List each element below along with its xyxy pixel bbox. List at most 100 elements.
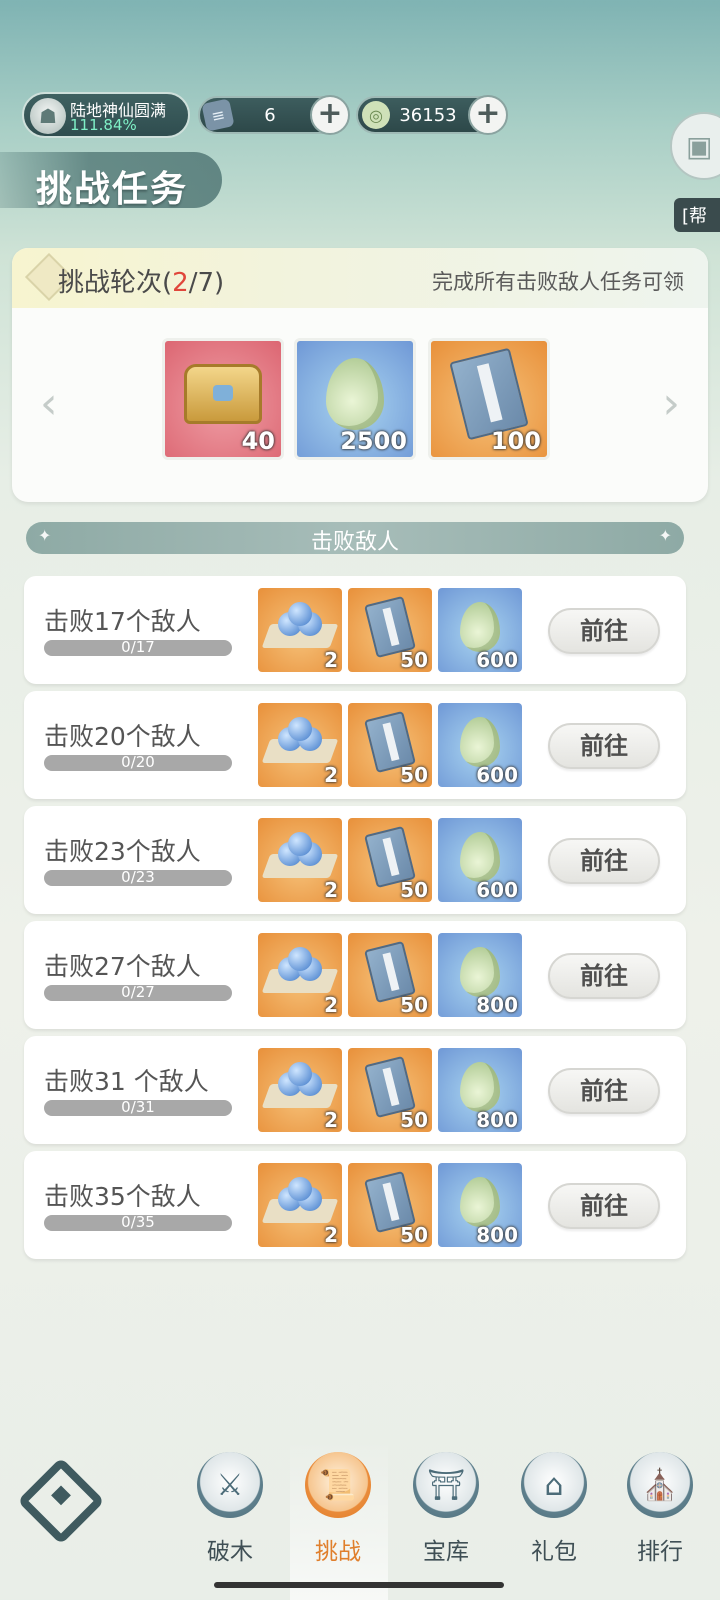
task-progress-text: 0/23 [121, 868, 155, 886]
rank-badge[interactable]: ☗ 陆地神仙圆满 111.84% [22, 92, 190, 138]
task-row: 击败20个敌人 0/20 2 50 600 前往 [24, 691, 686, 799]
rank-percent: 111.84% [70, 116, 137, 134]
nav-item-3[interactable]: ⛩ 宝库 [406, 1452, 486, 1582]
reward-count: 2 [324, 648, 338, 672]
task-reward[interactable]: 50 [348, 1163, 432, 1247]
task-label: 击败31 个敌人 [44, 1067, 209, 1096]
round-title: 挑战轮次(2/7) [58, 262, 224, 299]
task-progress-bar: 0/17 [44, 638, 232, 656]
nav-item-5[interactable]: ⛪ 排行 [620, 1452, 700, 1582]
jade-icon [460, 716, 500, 767]
go-button[interactable]: 前往 [548, 608, 660, 654]
go-button[interactable]: 前往 [548, 953, 660, 999]
reward-count: 2 [324, 1223, 338, 1247]
nav-label: 挑战 [315, 1539, 361, 1565]
task-progress-bar: 0/20 [44, 753, 232, 771]
task-reward[interactable]: 2 [258, 703, 342, 787]
jade-icon [460, 1176, 500, 1227]
round-reward-jade[interactable]: 2500 [294, 338, 416, 460]
task-label: 击败17个敌人 [44, 607, 201, 636]
pellet-icon [261, 601, 339, 652]
jade-count: 36153 [399, 105, 457, 126]
nav-item-2[interactable]: 📜 挑战 [298, 1452, 378, 1582]
nav-label: 排行 [637, 1539, 683, 1565]
add-jade-button[interactable]: + [468, 95, 508, 135]
jade-currency: ◎ 36153 + [356, 95, 508, 135]
reward-count: 40 [241, 427, 275, 455]
task-progress-text: 0/31 [121, 1098, 155, 1116]
task-reward[interactable]: 600 [438, 818, 522, 902]
task-progress-bar: 0/35 [44, 1213, 232, 1231]
task-row: 击败35个敌人 0/35 2 50 800 前往 [24, 1151, 686, 1259]
scroll-book-icon [364, 940, 416, 1003]
round-hint: 完成所有击败敌人任务可领 [432, 270, 684, 294]
go-button[interactable]: 前往 [548, 1183, 660, 1229]
round-reward-chest[interactable]: 40 [162, 338, 284, 460]
gift-pack-icon: ⌂ [521, 1452, 587, 1518]
nav-label: 礼包 [531, 1539, 577, 1565]
task-reward[interactable]: 800 [438, 933, 522, 1017]
go-button[interactable]: 前往 [548, 838, 660, 884]
reward-count: 600 [476, 878, 518, 902]
task-reward[interactable]: 800 [438, 1163, 522, 1247]
nav-item-4[interactable]: ⌂ 礼包 [514, 1452, 594, 1582]
go-button[interactable]: 前往 [548, 1068, 660, 1114]
nav-label: 破木 [207, 1539, 253, 1565]
task-reward[interactable]: 2 [258, 1048, 342, 1132]
round-total: /7) [188, 268, 225, 298]
task-reward[interactable]: 800 [438, 1048, 522, 1132]
reward-count: 50 [400, 993, 428, 1017]
reward-count: 50 [400, 878, 428, 902]
task-reward[interactable]: 600 [438, 588, 522, 672]
task-row: 击败17个敌人 0/17 2 50 600 前往 [24, 576, 686, 684]
task-reward[interactable]: 2 [258, 933, 342, 1017]
side-tag[interactable]: [帮 [674, 198, 720, 232]
reward-count: 50 [400, 1223, 428, 1247]
ranking-icon: ⛪ [627, 1452, 693, 1518]
jade-icon [326, 358, 384, 431]
task-reward[interactable]: 2 [258, 1163, 342, 1247]
task-reward[interactable]: 50 [348, 818, 432, 902]
home-indicator[interactable] [214, 1582, 504, 1588]
round-reward-book[interactable]: 100 [428, 338, 550, 460]
reward-count: 100 [490, 427, 541, 455]
task-progress-text: 0/20 [121, 753, 155, 771]
reward-count: 50 [400, 763, 428, 787]
round-current: 2 [172, 268, 189, 298]
task-progress-bar: 0/23 [44, 868, 232, 886]
task-reward[interactable]: 50 [348, 703, 432, 787]
round-header: 挑战轮次(2/7) 完成所有击败敌人任务可领 [12, 248, 708, 308]
round-label: 挑战轮次( [58, 268, 173, 298]
breaking-wood-icon: ⚔ [197, 1452, 263, 1518]
task-label: 击败20个敌人 [44, 722, 201, 751]
task-reward[interactable]: 50 [348, 933, 432, 1017]
task-progress-bar: 0/27 [44, 983, 232, 1001]
reward-count: 600 [476, 648, 518, 672]
section-title: 击败敌人 [310, 530, 399, 555]
side-menu-button[interactable]: ▣ [670, 112, 720, 180]
reward-count: 50 [400, 648, 428, 672]
task-reward[interactable]: 50 [348, 1048, 432, 1132]
chevron-left-icon[interactable]: ‹ [40, 378, 58, 429]
chevron-right-icon[interactable]: › [662, 378, 680, 429]
reward-count: 50 [400, 1108, 428, 1132]
reward-count: 600 [476, 763, 518, 787]
go-button[interactable]: 前往 [548, 723, 660, 769]
task-progress-text: 0/27 [121, 983, 155, 1001]
task-reward[interactable]: 50 [348, 588, 432, 672]
reward-count: 2 [324, 993, 338, 1017]
task-reward[interactable]: 2 [258, 818, 342, 902]
puzzle-icon: ▣ [686, 129, 713, 163]
scroll-book-icon [449, 348, 529, 441]
challenge-scroll-icon: 📜 [305, 1452, 371, 1518]
reward-count: 2 [324, 763, 338, 787]
reward-count: 800 [476, 1223, 518, 1247]
task-reward[interactable]: 2 [258, 588, 342, 672]
task-label: 击败35个敌人 [44, 1182, 201, 1211]
pellet-icon [261, 946, 339, 997]
logo-icon[interactable] [17, 1457, 105, 1545]
task-reward[interactable]: 600 [438, 703, 522, 787]
scroll-book-icon [364, 1055, 416, 1118]
add-scroll-button[interactable]: + [310, 95, 350, 135]
nav-item-1[interactable]: ⚔ 破木 [190, 1452, 270, 1582]
